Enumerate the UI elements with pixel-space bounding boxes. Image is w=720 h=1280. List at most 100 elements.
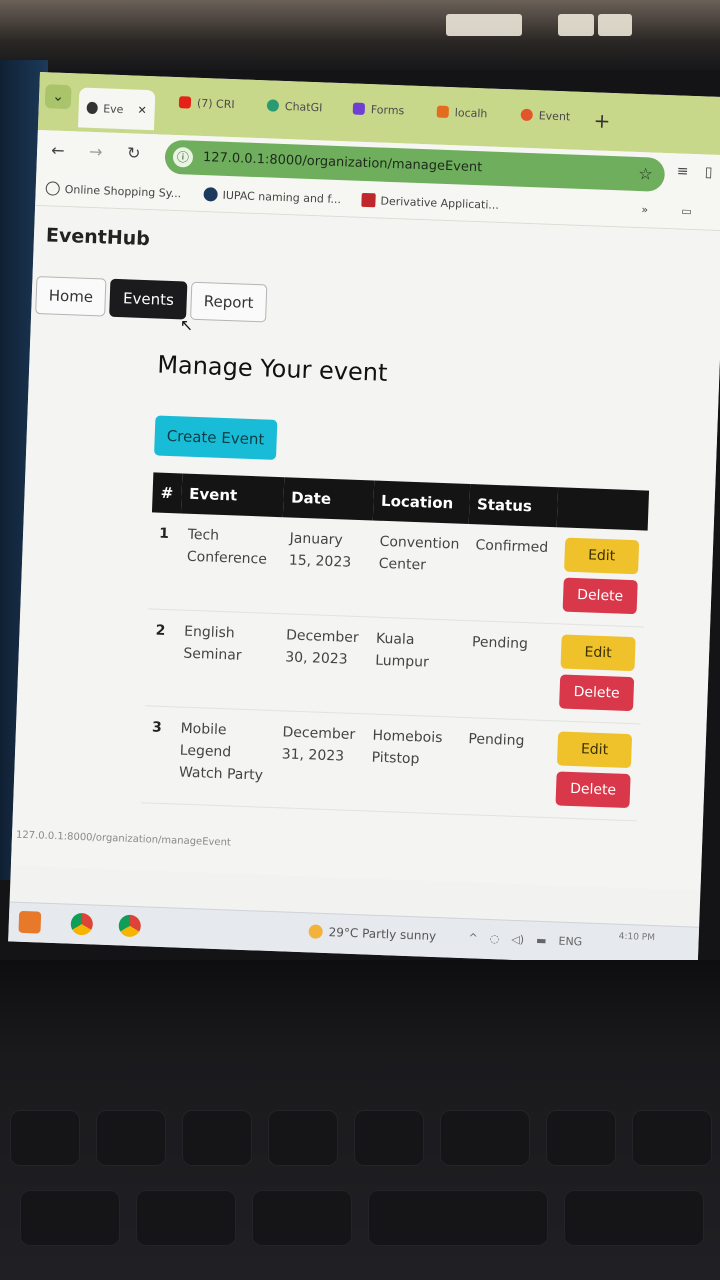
tray-chevron-icon[interactable]: ^ [468, 931, 478, 944]
keyboard-key [182, 1110, 252, 1166]
folder-icon[interactable]: ▭ [681, 205, 692, 218]
table-row: 3 Mobile Legend Watch Party December 31,… [141, 705, 641, 821]
chrome-icon[interactable] [70, 912, 94, 936]
new-tab-plus-icon[interactable]: + [593, 108, 611, 133]
weather-text: 29°C Partly sunny [328, 925, 437, 944]
edit-button[interactable]: Edit [556, 731, 633, 769]
event-date: December 30, 2023 [284, 627, 359, 668]
header-event: Event [188, 484, 238, 505]
windows-taskbar: 29°C Partly sunny ^ ◌ ◁) ▬ ENG 4:10 PM [8, 901, 700, 967]
delete-button[interactable]: Delete [555, 771, 631, 809]
row-number: 3 [151, 719, 163, 736]
volume-icon[interactable]: ◁) [511, 933, 524, 946]
tab-localhost[interactable]: localh [428, 96, 496, 128]
keyboard-key [136, 1190, 236, 1246]
background-room [0, 0, 720, 70]
tab-label: Event [538, 108, 571, 123]
app-launcher-icon[interactable] [18, 910, 42, 934]
weather-widget[interactable]: 29°C Partly sunny [308, 924, 436, 943]
keyboard-key [564, 1190, 704, 1246]
laptop-screen: ⌄ Eve ✕ (7) CRI ChatGI Forms localh Even… [8, 72, 720, 967]
bookmark-star-icon[interactable]: ☆ [638, 157, 654, 192]
laptop-keyboard [0, 960, 720, 1280]
keyboard-key [10, 1110, 80, 1166]
keyboard-key [354, 1110, 424, 1166]
wifi-icon[interactable]: ◌ [490, 932, 500, 945]
tab-forms[interactable]: Forms [344, 93, 413, 125]
language-indicator[interactable]: ENG [558, 935, 582, 949]
row-actions: Edit Delete [546, 721, 640, 821]
delete-button[interactable]: Delete [562, 577, 638, 615]
keyboard-key [546, 1110, 616, 1166]
page-title: Manage Your event [156, 350, 388, 387]
bookmark-item[interactable]: Derivative Applicati... [361, 192, 500, 212]
nav-report-button[interactable]: Report [190, 281, 268, 323]
tab-label: Eve [103, 101, 124, 116]
tab-eventhub-active[interactable]: Eve ✕ [77, 87, 156, 131]
site-info-icon[interactable]: ⓘ [172, 146, 194, 168]
event-location: Convention Center [378, 533, 460, 574]
event-status: Confirmed [475, 537, 549, 556]
sy-icon [361, 192, 376, 208]
bookmark-label: Derivative Applicati... [380, 194, 500, 212]
event-location: Kuala Lumpur [374, 630, 430, 671]
bookmark-item[interactable]: IUPAC naming and f... [203, 187, 341, 206]
bookmark-label: Online Shopping Sy... [64, 182, 182, 200]
tab-search-chevron-icon[interactable]: ⌄ [44, 84, 72, 110]
chrome-icon[interactable] [118, 914, 142, 938]
bookmark-item[interactable]: Online Shopping Sy... [45, 181, 181, 200]
reload-icon[interactable]: ↻ [127, 143, 141, 162]
header-num: # [160, 483, 174, 503]
header-date: Date [290, 488, 332, 508]
event-status: Pending [468, 731, 525, 750]
tab-youtube[interactable]: (7) CRI [170, 87, 243, 120]
event-location: Homebois Pitstop [371, 727, 443, 768]
delete-button[interactable]: Delete [559, 674, 635, 712]
tab-event[interactable]: Event [512, 99, 579, 131]
bookmarks-overflow[interactable]: » [641, 203, 648, 216]
row-actions: Edit Delete [550, 624, 644, 724]
globe-icon [45, 181, 60, 196]
tab-chatgpt[interactable]: ChatGI [258, 90, 331, 123]
row-number: 1 [158, 525, 170, 543]
tab-label: (7) CRI [196, 96, 235, 111]
eventhub-icon [520, 108, 533, 122]
back-arrow-icon[interactable]: ← [51, 140, 65, 159]
keyboard-key [96, 1110, 166, 1166]
tab-label: ChatGI [284, 99, 323, 114]
keyboard-key [268, 1110, 338, 1166]
event-date: January 15, 2023 [288, 530, 352, 571]
keyboard-key [440, 1110, 530, 1166]
battery-icon[interactable]: ▬ [536, 934, 547, 947]
mouse-cursor-icon: ↖ [179, 315, 194, 335]
row-actions: Edit Delete [553, 527, 647, 627]
nav-events-button[interactable]: Events [109, 278, 188, 320]
address-url: 127.0.0.1:8000/organization/manageEvent [202, 150, 483, 176]
media-control-icon[interactable]: ≡ [676, 163, 688, 179]
background-light [446, 14, 522, 36]
edit-button[interactable]: Edit [564, 537, 640, 575]
weather-sun-icon [308, 924, 323, 939]
edit-button[interactable]: Edit [560, 634, 636, 672]
side-panel-icon[interactable]: ▯ [704, 164, 712, 180]
brand-logo[interactable]: EventHub [46, 224, 151, 250]
table-row: 1 Tech Conference January 15, 2023 Conve… [148, 512, 648, 628]
keyboard-key [20, 1190, 120, 1246]
nav-home-button[interactable]: Home [35, 276, 107, 317]
background-light [558, 14, 594, 36]
close-tab-icon[interactable]: ✕ [137, 103, 147, 116]
background-light [598, 14, 632, 36]
event-name: Mobile Legend Watch Party [178, 720, 264, 784]
forward-arrow-icon[interactable]: → [89, 142, 103, 161]
globe-icon [86, 101, 98, 115]
events-table: # Event Date Location Status 1 Tech Conf… [141, 472, 650, 821]
create-event-button[interactable]: Create Event [154, 415, 278, 460]
header-status: Status [476, 495, 533, 516]
keyboard-key [632, 1110, 712, 1166]
table-row: 2 English Seminar December 30, 2023 Kual… [144, 608, 645, 724]
header-actions [557, 487, 649, 530]
event-date: December 31, 2023 [281, 724, 356, 765]
chatgpt-icon [266, 99, 280, 112]
taskbar-clock[interactable]: 4:10 PM [618, 931, 656, 945]
youtube-icon [178, 96, 192, 109]
